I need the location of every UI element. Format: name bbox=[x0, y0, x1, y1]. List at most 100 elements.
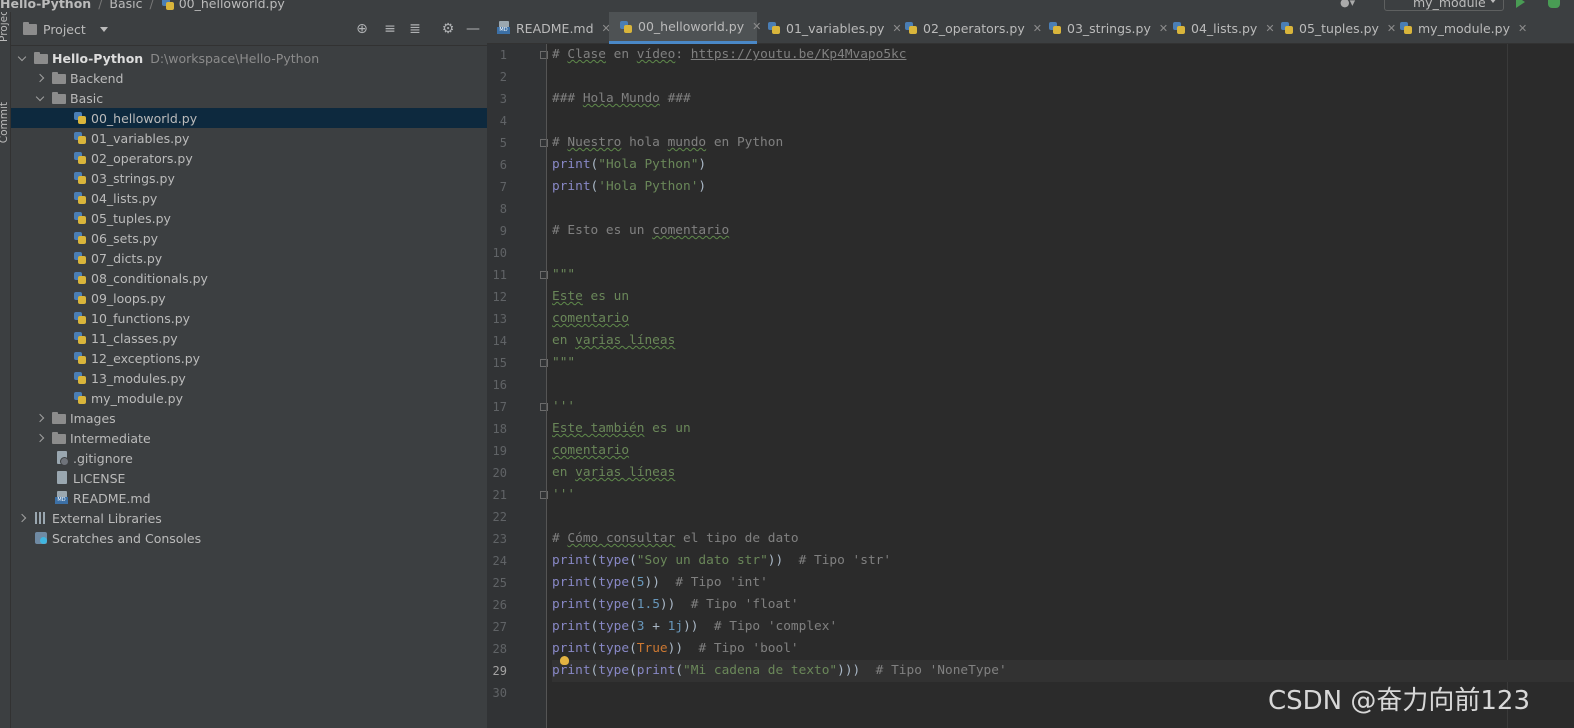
locate-icon[interactable]: ⊕ bbox=[354, 21, 370, 37]
code-line[interactable]: print(type(True)) # Tipo 'bool' bbox=[552, 638, 1574, 660]
code-line[interactable]: en varias líneas bbox=[552, 462, 1574, 484]
run-icon[interactable] bbox=[1516, 0, 1525, 8]
tree-item-basic[interactable]: Basic bbox=[11, 88, 487, 108]
commit-tool-tab[interactable]: Commit bbox=[0, 102, 10, 143]
breadcrumb-folder[interactable]: Basic bbox=[109, 0, 142, 11]
tree-item-external-libraries[interactable]: External Libraries bbox=[11, 508, 487, 528]
tab-my-module[interactable]: my_module.py ✕ bbox=[1389, 12, 1527, 44]
tree-item-05-tuples[interactable]: 05_tuples.py bbox=[11, 208, 487, 228]
code-line[interactable]: Este es un bbox=[552, 286, 1574, 308]
code-line[interactable] bbox=[552, 198, 1574, 220]
tab-00-helloworld[interactable]: 00_helloworld.py ✕ bbox=[609, 12, 761, 44]
project-root-path: D:\workspace\Hello-Python bbox=[150, 50, 320, 66]
code-line[interactable]: print(type(5)) # Tipo 'int' bbox=[552, 572, 1574, 594]
tree-item-intermediate[interactable]: Intermediate bbox=[11, 428, 487, 448]
chevron-down-icon[interactable] bbox=[17, 52, 27, 61]
code-line[interactable]: print('Hola Python') bbox=[552, 176, 1574, 198]
code-editor[interactable]: # Clase en vídeo: https://youtu.be/Kp4Mv… bbox=[552, 44, 1574, 728]
line-number-gutter[interactable]: 1 2 3 4 5 6 7 8 9 10 11 12 13 14 15 16 17 18 19 20 21 22 23 24 2… bbox=[487, 44, 548, 728]
tree-item-02-operators[interactable]: 02_operators.py bbox=[11, 148, 487, 168]
run-configuration-select[interactable]: my_module bbox=[1384, 0, 1504, 11]
tree-item-label: Images bbox=[70, 410, 116, 426]
tree-item-label: 00_helloworld.py bbox=[91, 110, 198, 126]
tree-item-12-exceptions[interactable]: 12_exceptions.py bbox=[11, 348, 487, 368]
tree-item-00-helloworld[interactable]: 00_helloworld.py bbox=[11, 108, 487, 128]
tree-item-04-lists[interactable]: 04_lists.py bbox=[11, 188, 487, 208]
expand-all-icon[interactable]: ≡ bbox=[382, 21, 398, 37]
chevron-right-icon[interactable] bbox=[35, 413, 45, 423]
tree-item-03-strings[interactable]: 03_strings.py bbox=[11, 168, 487, 188]
code-line[interactable] bbox=[552, 110, 1574, 132]
line-number: 20 bbox=[492, 466, 507, 480]
code-line[interactable] bbox=[552, 242, 1574, 264]
tree-item-label: .gitignore bbox=[73, 450, 133, 466]
tree-item-readme[interactable]: README.md bbox=[11, 488, 487, 508]
hide-icon[interactable]: — bbox=[465, 21, 481, 37]
python-file-icon bbox=[1399, 21, 1413, 35]
breadcrumb-file[interactable]: 00_helloworld.py bbox=[179, 0, 285, 11]
tree-item-01-variables[interactable]: 01_variables.py bbox=[11, 128, 487, 148]
tree-item-backend[interactable]: Backend bbox=[11, 68, 487, 88]
chevron-down-icon[interactable] bbox=[35, 92, 45, 101]
code-line[interactable]: ### Hola Mundo ### bbox=[552, 88, 1574, 110]
code-line[interactable]: # Clase en vídeo: https://youtu.be/Kp4Mv… bbox=[552, 44, 1574, 66]
tree-item-11-classes[interactable]: 11_classes.py bbox=[11, 328, 487, 348]
tree-item-gitignore[interactable]: .gitignore bbox=[11, 448, 487, 468]
tree-item-label: LICENSE bbox=[73, 470, 126, 486]
code-line[interactable]: comentario bbox=[552, 440, 1574, 462]
tab-05-tuples[interactable]: 05_tuples.py ✕ bbox=[1270, 12, 1396, 44]
code-line[interactable]: print(type(1.5)) # Tipo 'float' bbox=[552, 594, 1574, 616]
code-line[interactable]: print(type(3 + 1j)) # Tipo 'complex' bbox=[552, 616, 1574, 638]
line-number: 6 bbox=[499, 158, 507, 172]
code-line[interactable]: print("Hola Python") bbox=[552, 154, 1574, 176]
tree-item-scratches[interactable]: Scratches and Consoles bbox=[11, 528, 487, 548]
code-line[interactable] bbox=[552, 374, 1574, 396]
code-line[interactable] bbox=[552, 66, 1574, 88]
tree-item-13-modules[interactable]: 13_modules.py bbox=[11, 368, 487, 388]
code-line[interactable]: comentario bbox=[552, 308, 1574, 330]
code-line[interactable]: # Nuestro hola mundo en Python bbox=[552, 132, 1574, 154]
project-view-select[interactable]: Project bbox=[23, 21, 108, 37]
tab-02-operators[interactable]: 02_operators.py ✕ bbox=[894, 12, 1042, 44]
line-number: 13 bbox=[492, 312, 507, 326]
user-icon[interactable]: ●▾ bbox=[1340, 0, 1366, 10]
gear-icon[interactable]: ⚙ bbox=[440, 21, 456, 37]
chevron-right-icon[interactable] bbox=[17, 513, 27, 523]
tab-04-lists[interactable]: 04_lists.py ✕ bbox=[1162, 12, 1275, 44]
watermark: CSDN @奋力向前123 bbox=[1268, 686, 1531, 716]
code-line[interactable]: print(type("Soy un dato str")) # Tipo 's… bbox=[552, 550, 1574, 572]
code-line[interactable]: # Cómo consultar el tipo de dato bbox=[552, 528, 1574, 550]
chevron-right-icon[interactable] bbox=[35, 73, 45, 83]
tree-item-license[interactable]: LICENSE bbox=[11, 468, 487, 488]
code-line[interactable]: """ bbox=[552, 352, 1574, 374]
breadcrumb-project[interactable]: Hello-Python bbox=[0, 0, 91, 11]
close-icon[interactable]: ✕ bbox=[1518, 22, 1527, 35]
collapse-all-icon[interactable]: ≣ bbox=[407, 21, 423, 37]
tab-readme[interactable]: README.md ✕ bbox=[487, 12, 611, 44]
tree-item-images[interactable]: Images bbox=[11, 408, 487, 428]
tree-item-10-functions[interactable]: 10_functions.py bbox=[11, 308, 487, 328]
code-line[interactable] bbox=[552, 506, 1574, 528]
code-line[interactable]: ''' bbox=[552, 396, 1574, 418]
code-line[interactable]: ''' bbox=[552, 484, 1574, 506]
line-number: 3 bbox=[499, 92, 507, 106]
tree-item-09-loops[interactable]: 09_loops.py bbox=[11, 288, 487, 308]
debug-icon[interactable] bbox=[1548, 0, 1560, 8]
tree-item-06-sets[interactable]: 06_sets.py bbox=[11, 228, 487, 248]
tree-item-my-module[interactable]: my_module.py bbox=[11, 388, 487, 408]
intention-bulb-icon[interactable] bbox=[560, 656, 569, 665]
chevron-right-icon[interactable] bbox=[35, 433, 45, 443]
tree-root-item[interactable]: Hello-Python D:\workspace\Hello-Python bbox=[11, 48, 487, 68]
code-line[interactable]: """ bbox=[552, 264, 1574, 286]
code-line-current[interactable]: print(type(print("Mi cadena de texto")))… bbox=[552, 660, 1574, 682]
tab-01-variables[interactable]: 01_variables.py ✕ bbox=[757, 12, 902, 44]
code-line[interactable]: en varias líneas bbox=[552, 330, 1574, 352]
code-line[interactable]: Este también es un bbox=[552, 418, 1574, 440]
tab-03-strings[interactable]: 03_strings.py ✕ bbox=[1038, 12, 1168, 44]
tree-item-07-dicts[interactable]: 07_dicts.py bbox=[11, 248, 487, 268]
tree-item-label: 08_conditionals.py bbox=[91, 270, 208, 286]
tree-item-label: 10_functions.py bbox=[91, 310, 191, 326]
project-tool-tab[interactable]: Project bbox=[0, 12, 10, 42]
tree-item-08-conditionals[interactable]: 08_conditionals.py bbox=[11, 268, 487, 288]
code-line[interactable]: # Esto es un comentario bbox=[552, 220, 1574, 242]
